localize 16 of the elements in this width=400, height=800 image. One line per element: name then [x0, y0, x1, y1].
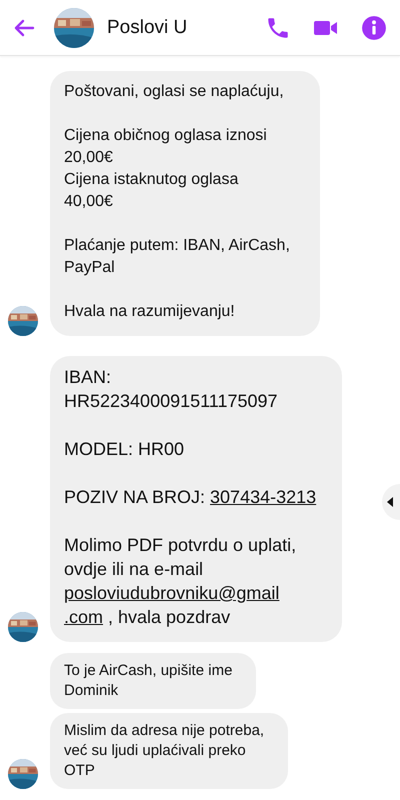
message-text: MODEL: HR00 [64, 438, 186, 461]
message-text: Cijena običnog oglasa iznosi 20,00€ Cijena istaknutog oglasa 40,00€ [64, 126, 268, 212]
contact-name: Poslovi U [107, 16, 188, 38]
caret-icon [387, 497, 393, 507]
message-text: Mislim da adresa nije potreba, već su ljudi uplaćivali preko OTP [64, 721, 264, 781]
link[interactable]: 307434-3213 [210, 487, 316, 507]
message-text: Hvala na razumijevanju! [64, 302, 236, 322]
message-text: Poštovani, oglasi se naplaćuju, [64, 82, 285, 102]
message-text: POZIV NA BROJ: 307434-3213 [64, 486, 316, 509]
message-text: IBAN: HR5223400091511175097 [64, 366, 279, 413]
link[interactable]: posloviudubrovniku@gmail [64, 583, 280, 603]
info-icon[interactable] [361, 14, 387, 40]
message-text: Molimo PDF potvrdu o uplati, ovdje ili na e-mail posloviudubrovniku@gmail .com , hvala pozdrav [64, 534, 298, 629]
message-text: Plaćanje putem: IBAN, AirCash, PayPal [64, 236, 290, 278]
link[interactable]: .com [64, 607, 104, 627]
message-text: To je AirCash, upišite ime Dominik [64, 661, 232, 701]
